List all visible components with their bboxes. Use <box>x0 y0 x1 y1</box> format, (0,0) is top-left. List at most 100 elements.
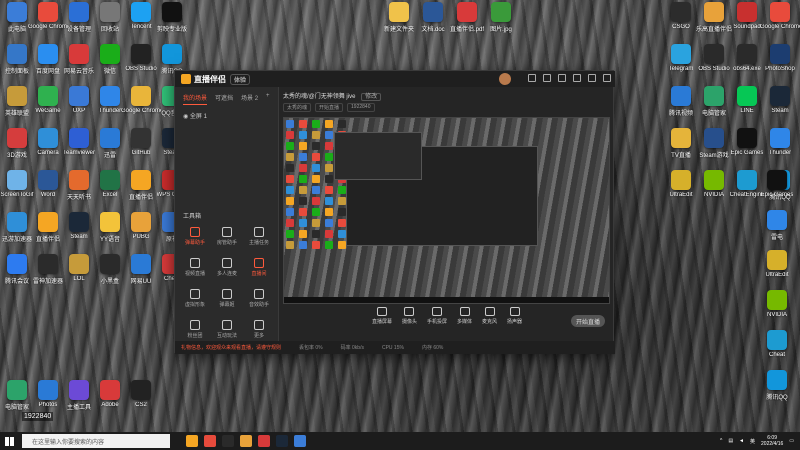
desktop-icon[interactable]: Google Chrome <box>760 2 800 42</box>
desktop-icon[interactable]: CS2 <box>124 380 158 420</box>
desktop-file[interactable]: 文档.doc <box>416 2 450 42</box>
desktop-icon[interactable]: Telegram <box>664 44 698 84</box>
desktop-icon[interactable]: Cheat <box>760 330 794 370</box>
tab-occlusion[interactable]: 可遮挡 <box>215 93 233 105</box>
desktop-icon[interactable]: Epic Games <box>730 128 764 168</box>
tool-item[interactable]: 弹幕助手 <box>179 227 211 246</box>
desktop-icon[interactable]: TV直播 <box>664 128 698 168</box>
tool-item[interactable]: 视频直播 <box>179 258 211 277</box>
speaker-button[interactable]: 扬声器 <box>507 307 522 337</box>
desktop-icon[interactable]: Steam <box>62 212 96 252</box>
desktop-icon[interactable]: WeGame <box>31 86 65 126</box>
minimize-icon[interactable] <box>573 74 581 82</box>
camera-button[interactable]: 摄像头 <box>402 307 417 337</box>
desktop-icon[interactable]: UltraEdit <box>664 170 698 210</box>
desktop-icon[interactable]: NVIDIA <box>760 290 794 330</box>
media-button[interactable]: 多媒体 <box>457 307 472 337</box>
taskbar-search[interactable]: 在这里输入你要搜索的内容 <box>22 434 170 448</box>
ime-icon[interactable]: 英 <box>750 438 755 445</box>
taskbar-app-icon[interactable] <box>186 435 198 447</box>
desktop-icon[interactable]: 网易云音乐 <box>62 44 96 84</box>
desktop-icon[interactable]: Word <box>31 170 65 210</box>
desktop-icon[interactable]: 雷神加速器 <box>31 254 65 294</box>
eye-icon[interactable]: ◉ <box>183 114 188 120</box>
volume-icon[interactable]: ◄ <box>739 438 744 444</box>
desktop-icon[interactable]: OBS Studio <box>697 44 731 84</box>
desktop-icon[interactable]: ScreenToGif <box>0 170 34 210</box>
avatar[interactable] <box>499 73 511 85</box>
desktop-icon[interactable]: Adobe <box>93 380 127 420</box>
desktop-icon[interactable]: 乐高直播伴侣 <box>696 2 732 42</box>
desktop-icon[interactable]: 3D游戏 <box>0 128 34 168</box>
desktop-icon[interactable]: 此电脑 <box>0 2 34 42</box>
desktop-icon[interactable]: Tencent <box>124 2 158 42</box>
desktop-icon[interactable]: 直播伴侣 <box>31 212 65 252</box>
room-edit-button[interactable]: 修改 <box>361 93 382 101</box>
desktop-icon[interactable]: 百度网盘 <box>31 44 65 84</box>
start-live-button[interactable]: 开始直播 <box>571 315 605 327</box>
desktop-icon[interactable]: Google Chrome <box>28 2 68 42</box>
desktop-icon[interactable]: 小黑盒 <box>93 254 127 294</box>
microphone-button[interactable]: 麦克风 <box>482 307 497 337</box>
desktop-icon[interactable]: 英雄联盟 <box>0 86 34 126</box>
message-icon[interactable] <box>543 74 551 82</box>
desktop-icon[interactable]: PUBG <box>124 212 158 252</box>
desktop-icon[interactable]: UXP <box>62 86 96 126</box>
tool-item[interactable]: 主播任务 <box>243 227 275 246</box>
add-scene-icon[interactable]: + <box>266 93 270 105</box>
close-icon[interactable] <box>603 74 611 82</box>
maximize-icon[interactable] <box>588 74 596 82</box>
desktop-icon[interactable]: 腾讯视频 <box>664 86 698 126</box>
tab-scene-2[interactable]: 场景 2 <box>241 93 258 105</box>
desktop-icon[interactable]: Epic Games <box>760 170 794 210</box>
desktop-icon[interactable]: 雷电 <box>760 210 794 250</box>
desktop-icon[interactable]: 直播伴侣 <box>124 170 158 210</box>
desktop-icon[interactable]: Soundpad <box>730 2 764 42</box>
desktop-icon[interactable]: obs64.exe <box>730 44 764 84</box>
desktop-icon[interactable]: Steam游戏 <box>697 128 731 168</box>
chevron-up-icon[interactable]: ^ <box>720 438 722 444</box>
title-bar[interactable]: 直播伴侣 体验 <box>175 71 615 87</box>
start-button[interactable] <box>0 432 18 450</box>
tag-1[interactable]: 太秀的魂 <box>283 103 312 112</box>
desktop-icon[interactable]: YY语音 <box>93 212 127 252</box>
desktop-file[interactable]: 直播伴侣.pdf <box>450 2 484 42</box>
tool-item[interactable]: 房管助手 <box>211 227 243 246</box>
tool-item[interactable]: 多人连麦 <box>211 258 243 277</box>
tool-item[interactable]: 更多 <box>243 320 275 339</box>
desktop-icon[interactable]: 回收站 <box>93 2 127 42</box>
clock[interactable]: 6:09 2022/4/16 <box>761 435 783 447</box>
network-icon[interactable]: ▤ <box>728 438 733 444</box>
desktop-icon[interactable]: 电脑管家 <box>697 86 731 126</box>
desktop-icon[interactable]: 天天听书 <box>62 170 96 210</box>
taskbar-app-icon[interactable] <box>204 435 216 447</box>
desktop-icon[interactable]: 剪映专业版 <box>155 2 189 42</box>
desktop-icon[interactable]: CheatEngine <box>730 170 764 210</box>
tool-item[interactable]: 互动玩法 <box>211 320 243 339</box>
desktop-icon[interactable]: UltraEdit <box>760 250 794 290</box>
desktop-icon[interactable]: 腾讯QQ <box>760 370 794 410</box>
desktop-icon[interactable]: 主播工具 <box>62 380 96 420</box>
tool-item[interactable]: 虚拟形象 <box>179 289 211 308</box>
scene-item[interactable]: ◉ 全屏 1 <box>175 105 278 126</box>
desktop-icon[interactable]: Excel <box>93 170 127 210</box>
desktop-icon[interactable]: NVIDIA <box>697 170 731 210</box>
desktop-icon[interactable]: Google Chrome <box>121 86 161 126</box>
desktop-file[interactable]: 图片.jpg <box>484 2 518 42</box>
tab-my-scenes[interactable]: 我的场景 <box>183 93 208 105</box>
desktop-icon[interactable]: 迅雷 <box>93 128 127 168</box>
desktop-icon[interactable]: Thunder <box>93 86 127 126</box>
desktop-icon[interactable]: Steam <box>763 86 797 126</box>
live-preview[interactable] <box>283 117 610 304</box>
tool-item[interactable]: 音效助手 <box>243 289 275 308</box>
tag-2[interactable]: 开始直播 <box>315 103 344 112</box>
taskbar-app-icon[interactable] <box>276 435 288 447</box>
tool-item[interactable]: 直播间 <box>243 258 275 277</box>
desktop-icon[interactable]: 微信 <box>93 44 127 84</box>
desktop-icon[interactable]: 设备管理 <box>62 2 96 42</box>
desktop-icon[interactable]: GitHub <box>124 128 158 168</box>
desktop-icon[interactable]: LOL <box>62 254 96 294</box>
taskbar-app-icon[interactable] <box>294 435 306 447</box>
desktop-icon[interactable]: Teamviewer <box>62 128 96 168</box>
desktop-icon[interactable]: Camera <box>31 128 65 168</box>
